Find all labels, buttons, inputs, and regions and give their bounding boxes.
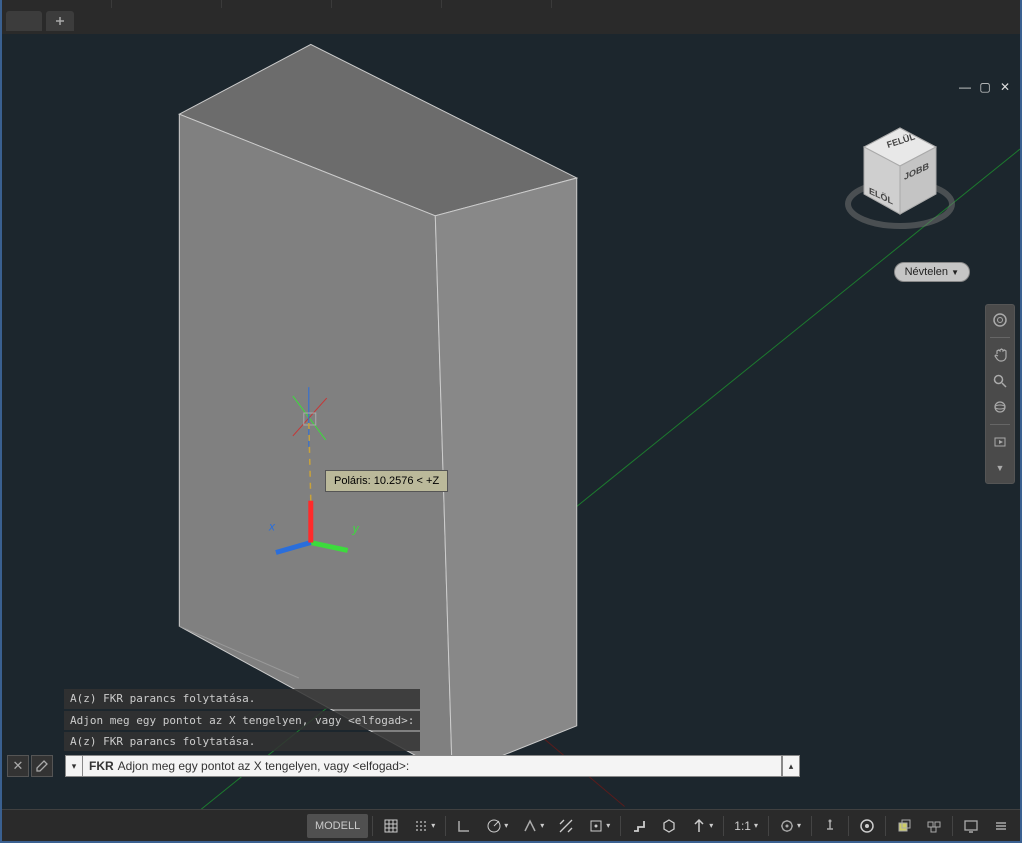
orbit-icon[interactable] [989, 396, 1011, 418]
commandline-expand-icon[interactable]: ▴ [782, 755, 800, 777]
viewport-window-controls: — ▢ ✕ [958, 80, 1012, 94]
status-bar: MODELL ▾ ▾ ▾ ▾ ▾ 1:1▾ ▾ [2, 809, 1020, 841]
minimize-icon[interactable]: — [958, 80, 972, 94]
isometric-drafting-icon[interactable]: ▾ [516, 814, 550, 838]
close-icon[interactable]: ✕ [998, 80, 1012, 94]
zoom-icon[interactable] [989, 370, 1011, 392]
workspace-switching-icon[interactable]: ▾ [773, 814, 807, 838]
pan-icon[interactable] [989, 344, 1011, 366]
showmotion-icon[interactable] [989, 431, 1011, 453]
clean-screen-icon[interactable] [957, 814, 985, 838]
active-tab[interactable] [6, 11, 42, 31]
solid-front-face [179, 114, 452, 775]
svg-text:x: x [268, 520, 276, 534]
annotation-scale-button[interactable]: 1:1▾ [728, 814, 764, 838]
dynamic-ucs-icon[interactable] [655, 814, 683, 838]
viewcube-dropdown[interactable]: Névtelen ▼ [894, 262, 970, 282]
filtering-icon[interactable]: ▾ [685, 814, 719, 838]
command-line: ✕ ▾ FKRAdjon meg egy pontot az X tengely… [7, 755, 800, 777]
drawing-viewport[interactable]: — ▢ ✕ x y Poláris: 10.257 [2, 34, 1020, 809]
command-input[interactable]: FKRAdjon meg egy pontot az X tengelyen, … [83, 755, 782, 777]
recent-commands-dropdown[interactable]: ▾ [65, 755, 83, 777]
annotation-monitor-icon[interactable] [816, 814, 844, 838]
polar-tooltip: Poláris: 10.2576 < +Z [325, 470, 448, 492]
ribbon-menus [2, 0, 1020, 8]
document-tabs [2, 8, 1020, 34]
object-snap-tracking-icon[interactable] [552, 814, 580, 838]
model-space-button[interactable]: MODELL [307, 814, 368, 838]
navbar-expand-icon[interactable]: ▼ [989, 457, 1011, 479]
svg-text:y: y [352, 522, 360, 536]
allow-ucs-icon[interactable] [625, 814, 653, 838]
polar-tracking-icon[interactable]: ▾ [480, 814, 514, 838]
close-commandline-icon[interactable]: ✕ [7, 755, 29, 777]
new-tab-button[interactable] [46, 11, 74, 31]
customization-icon[interactable] [987, 814, 1015, 838]
viewcube[interactable]: FELÜL ELÖL JOBB [840, 122, 960, 252]
navigation-bar: ▼ [985, 304, 1015, 484]
command-history-line: Adjon meg egy pontot az X tengelyen, vag… [64, 711, 420, 730]
plus-icon [52, 13, 68, 29]
maximize-icon[interactable]: ▢ [978, 80, 992, 94]
isolate-objects-icon[interactable] [890, 814, 918, 838]
object-snap-icon[interactable]: ▾ [582, 814, 616, 838]
graphics-performance-icon[interactable] [920, 814, 948, 838]
solid-side-face [435, 178, 576, 776]
full-navigation-wheel-icon[interactable] [989, 309, 1011, 331]
ortho-mode-icon[interactable] [450, 814, 478, 838]
customize-commandline-icon[interactable] [31, 755, 53, 777]
snap-mode-icon[interactable]: ▾ [407, 814, 441, 838]
command-history-line: A(z) FKR parancs folytatása. [64, 689, 420, 708]
grid-display-icon[interactable] [377, 814, 405, 838]
hardware-acceleration-icon[interactable] [853, 814, 881, 838]
command-history: A(z) FKR parancs folytatása. Adjon meg e… [64, 689, 420, 753]
command-history-line: A(z) FKR parancs folytatása. [64, 732, 420, 751]
